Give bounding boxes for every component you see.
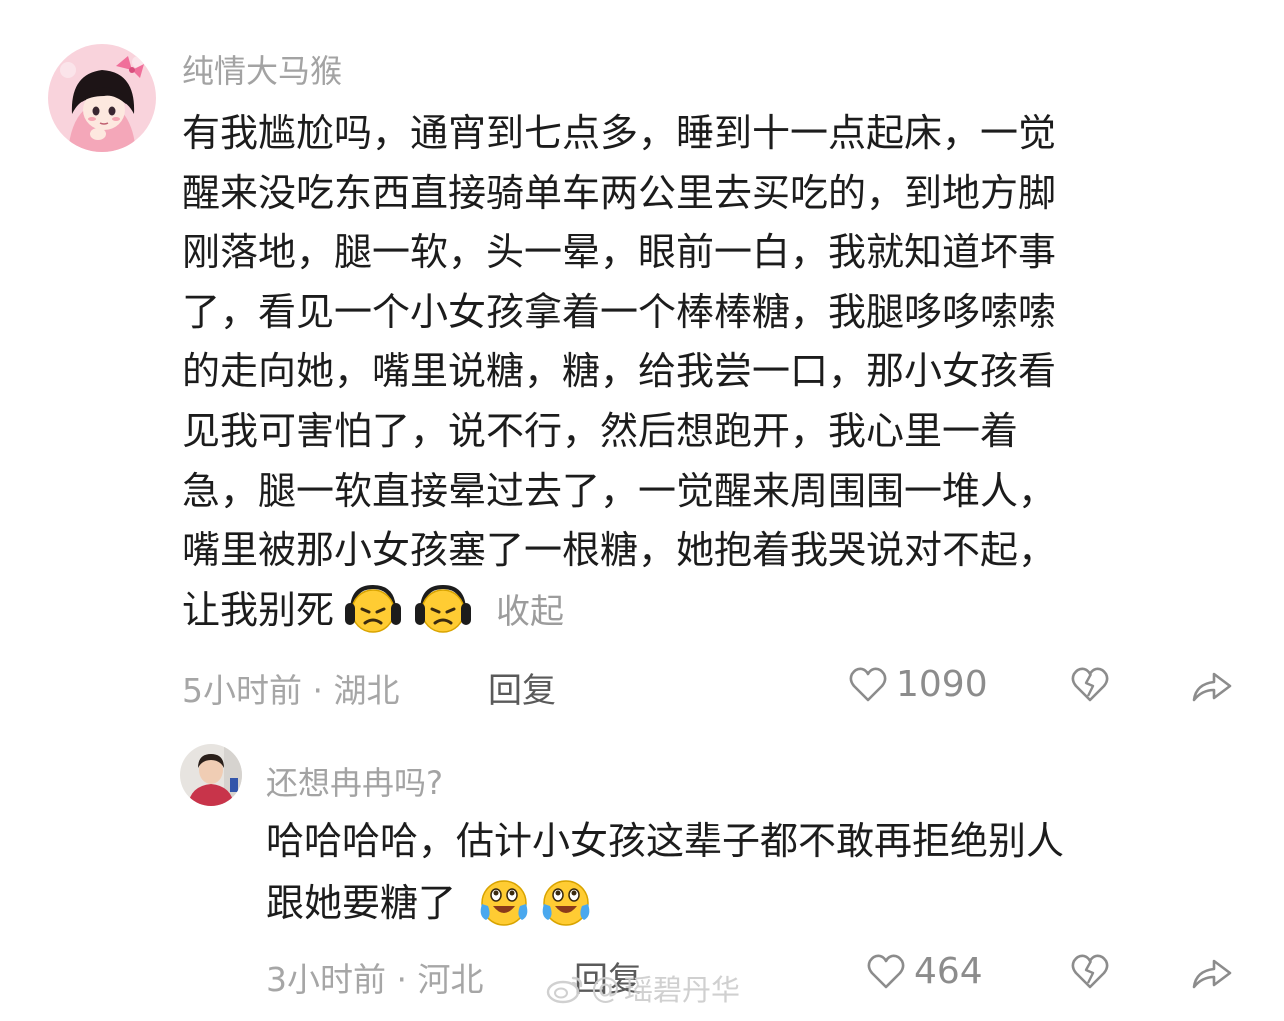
- like-button[interactable]: 1090: [848, 664, 988, 705]
- collapse-link[interactable]: 收起: [496, 592, 564, 632]
- heart-icon: [867, 954, 905, 988]
- anime-girl-avatar-icon: [48, 44, 156, 152]
- comment-line: 急，腿一软直接晕过去了，一觉醒来周围围一堆人，: [182, 468, 1057, 513]
- weibo-logo-icon: [546, 976, 583, 1004]
- reply-button[interactable]: 回复: [488, 663, 556, 712]
- comment-line: 了，看见一个小女孩拿着一个棒棒糖，我腿哆哆嗦嗦: [182, 289, 1057, 334]
- dislike-button[interactable]: [1070, 666, 1110, 708]
- comment-meta: 5小时前 · 湖北: [182, 671, 400, 710]
- reply-meta: 3小时前 · 河北: [266, 960, 484, 999]
- reply-username[interactable]: 还想冉冉吗?: [266, 758, 443, 804]
- comment-line: 的走向她，嘴里说糖，糖，给我尝一口，那小女孩看: [182, 349, 1057, 394]
- watermark-at: @: [591, 971, 620, 1005]
- reply-line: 哈哈哈哈，估计小女孩这辈子都不敢再拒绝别人: [266, 819, 1065, 863]
- reply-dislike-button[interactable]: [1070, 953, 1110, 995]
- reply-like-button[interactable]: 464: [866, 951, 983, 992]
- reply-line: 跟她要糖了: [266, 881, 457, 925]
- comment-username[interactable]: 纯情大马猴: [182, 46, 342, 92]
- like-count: 1090: [896, 664, 988, 705]
- broken-heart-icon: [1071, 954, 1109, 989]
- share-arrow-icon: [1192, 959, 1232, 989]
- sad-headphones-emoji-icon: [415, 584, 472, 633]
- comment-last-line: 让我别死 收起: [182, 581, 1056, 643]
- reply-like-count: 464: [914, 951, 983, 992]
- laugh-cry-emoji-icon: [480, 880, 528, 926]
- comment-body: 有我尴尬吗，通宵到七点多，睡到十一点起床，一觉 醒来没吃东西直接骑单车两公里去买…: [182, 104, 1056, 642]
- comment-line: 见我可害怕了，说不行，然后想跑开，我心里一着: [182, 408, 1019, 453]
- comment-line: 让我别死: [182, 587, 335, 632]
- broken-heart-icon: [1071, 667, 1109, 702]
- reply-avatar[interactable]: [180, 744, 242, 806]
- reply-share-button[interactable]: [1190, 955, 1234, 995]
- comment-line: 嘴里被那小女孩塞了一根糖，她抱着我哭说对不起，: [182, 528, 1057, 573]
- sad-headphones-emoji-icon: [345, 584, 402, 633]
- share-button[interactable]: [1190, 668, 1234, 708]
- reply-last-line: 跟她要糖了: [266, 872, 1064, 934]
- user-photo-avatar-icon: [180, 744, 242, 806]
- share-arrow-icon: [1192, 672, 1232, 702]
- laugh-cry-emoji-icon: [542, 880, 590, 926]
- reply-body: 哈哈哈哈，估计小女孩这辈子都不敢再拒绝别人 跟她要糖了: [266, 810, 1064, 934]
- comment-line: 有我尴尬吗，通宵到七点多，睡到十一点起床，一觉: [182, 111, 1057, 155]
- heart-icon: [849, 667, 887, 701]
- avatar[interactable]: [48, 44, 156, 152]
- comment-line: 醒来没吃东西直接骑单车两公里去买吃的，到地方脚: [182, 170, 1057, 215]
- weibo-watermark: @ 瑶碧丹华: [545, 967, 740, 1009]
- comment-line: 刚落地，腿一软，头一晕，眼前一白，我就知道坏事: [182, 230, 1057, 275]
- watermark-name: 瑶碧丹华: [624, 973, 741, 1007]
